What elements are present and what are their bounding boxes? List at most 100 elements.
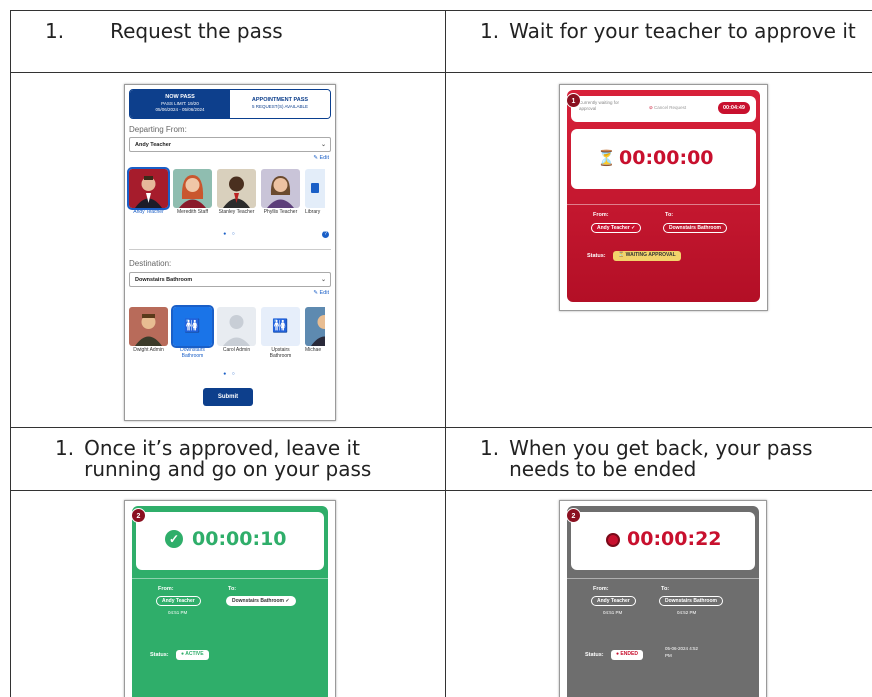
waiting-text: Currently waiting for approval (579, 100, 620, 111)
from-label: From: (593, 212, 609, 218)
active-card-screenshot: ✓ 00:00:10 From: To: Andy Teacher Downst… (124, 500, 336, 697)
person-card[interactable]: Andy Teacher (127, 167, 170, 223)
avatar (217, 307, 256, 346)
departing-label: Departing From: (129, 125, 187, 134)
status-label: Status: (587, 253, 606, 259)
status-badge: ● ACTIVE (176, 650, 209, 660)
destination-name: Carol Admin (222, 347, 251, 353)
requests-available: 5 REQUEST(S) AVAILABLE (251, 103, 309, 109)
waiting-bar: Currently waiting for approval ⊘ Cancel … (571, 96, 756, 122)
from-time: 04:51 PM (168, 610, 188, 615)
avatar (127, 167, 170, 210)
status-label: Status: (150, 652, 169, 658)
edit-departing-link[interactable]: ✎ Edit (313, 155, 329, 161)
avatar (173, 169, 212, 208)
step-2-header: 1. Wait for your teacher to approve it (446, 11, 872, 73)
elapsed-timer: 00:00:00 (619, 147, 714, 169)
step-badge: 2 (566, 508, 581, 523)
step-4-content: 00:00:22 From: To: Andy Teacher Downstai… (446, 491, 872, 697)
step-text: Wait for your teacher to approve it (509, 19, 856, 43)
step-2-content: Currently waiting for approval ⊘ Cancel … (446, 73, 872, 428)
step-badge: 1 (566, 93, 581, 108)
divider (132, 578, 328, 579)
step-3-header: 1. Once it’s approved, leave it running a… (11, 428, 446, 491)
edit-label: Edit (319, 155, 329, 161)
from-pill: Andy Teacher ✓ (591, 223, 642, 233)
hourglass-icon: ⏳ (618, 252, 625, 258)
step-text: When you get back, your pass needs to be… (509, 436, 813, 481)
from-pill: Andy Teacher (591, 596, 636, 606)
carousel-dots[interactable]: ● ○ (125, 371, 335, 377)
pass-type-tabs: NOW PASS PASS LIMIT: 19/20 05/06/2024 - … (129, 89, 331, 119)
step-1-header: 1. Request the pass (11, 11, 446, 73)
person-card[interactable]: Library (305, 169, 325, 223)
departing-cards: Andy Teacher Meredith Staff Stanley Teac… (127, 167, 335, 223)
to-pill: Downstairs Bathroom (659, 596, 723, 606)
help-icon[interactable]: ? (322, 231, 329, 238)
tab-appointment-pass[interactable]: APPOINTMENT PASS 5 REQUEST(S) AVAILABLE (230, 90, 330, 118)
restroom-icon: 🚻 (272, 318, 289, 333)
cancel-icon: ⊘ (649, 105, 653, 110)
divider (129, 249, 331, 250)
to-label: To: (665, 212, 674, 218)
to-time: 04:52 PM (677, 610, 697, 615)
cancel-label: Cancel Request (654, 105, 687, 110)
destination-name: Dwight Admin (133, 347, 164, 353)
from-time: 04:51 PM (603, 610, 623, 615)
countdown-badge: 00:04:49 (717, 102, 750, 114)
ended-time: 05-06-2024 4:52 PM (665, 646, 699, 658)
destination-select[interactable]: Downstairs Bathroom ⌄ (129, 272, 331, 287)
check-circle-icon: ✓ (165, 530, 183, 548)
cancel-request-link[interactable]: ⊘ Cancel Request (649, 105, 686, 111)
destination-card[interactable]: 🚻 Downstairs Bathroom (171, 305, 214, 361)
person-name: Phyllis Teacher (263, 209, 298, 215)
avatar (129, 307, 168, 346)
step-number: 1. (480, 19, 500, 43)
step-number: 1. (480, 436, 500, 460)
tab-now-pass[interactable]: NOW PASS PASS LIMIT: 19/20 05/06/2024 - … (130, 90, 230, 118)
destination-value: Downstairs Bathroom (135, 277, 193, 283)
stop-icon: ● (616, 651, 620, 657)
library-icon (311, 183, 319, 193)
destination-name: Upstairs Bathroom (269, 347, 292, 359)
step-text: Once it’s approved, leave it running and… (84, 436, 372, 481)
elapsed-timer: 00:00:10 (192, 528, 287, 550)
destination-name: Michae (305, 347, 322, 353)
status-value: ENDED (620, 651, 638, 657)
destination-cards: Dwight Admin 🚻 Downstairs Bathroom Carol… (129, 305, 335, 361)
step-1-content: NOW PASS PASS LIMIT: 19/20 05/06/2024 - … (11, 73, 446, 428)
submit-button[interactable]: Submit (203, 388, 253, 406)
pencil-icon: ✎ (313, 290, 318, 296)
destination-card[interactable]: Carol Admin (217, 307, 256, 361)
avatar (305, 307, 325, 346)
status-badge: ⏳ WAITING APPROVAL (613, 251, 681, 261)
destination-card[interactable]: Dwight Admin (129, 307, 168, 361)
hourglass-icon: ⏳ (597, 150, 616, 167)
timer-box: ✓ 00:00:10 (136, 512, 324, 570)
destination-label: Destination: (129, 259, 172, 268)
person-card[interactable]: Phyllis Teacher (261, 169, 300, 223)
avatar (217, 169, 256, 208)
person-card[interactable]: Meredith Staff (173, 169, 212, 223)
to-label: To: (661, 586, 670, 592)
destination-card[interactable]: Michae (305, 307, 325, 361)
person-name: Library (305, 209, 321, 215)
avatar (305, 169, 325, 208)
from-pill: Andy Teacher (156, 596, 201, 606)
person-name: Stanley Teacher (218, 209, 255, 215)
to-pill: Downstairs Bathroom (663, 223, 727, 233)
avatar (261, 169, 300, 208)
person-name: Andy Teacher (133, 209, 164, 215)
person-card[interactable]: Stanley Teacher (217, 169, 256, 223)
destination-card[interactable]: 🚻 Upstairs Bathroom (261, 307, 300, 361)
from-label: From: (158, 586, 174, 592)
person-name: Meredith Staff (176, 209, 209, 215)
departing-select[interactable]: Andy Teacher ⌄ (129, 137, 331, 152)
status-badge: ● ENDED (611, 650, 643, 660)
carousel-dots[interactable]: ● ○ (125, 231, 335, 237)
bathroom-icon-tile: 🚻 (171, 305, 214, 348)
edit-destination-link[interactable]: ✎ Edit (313, 290, 329, 296)
elapsed-timer: 00:00:22 (627, 528, 722, 550)
departing-value: Andy Teacher (135, 142, 171, 148)
step-number: 1. (45, 19, 65, 43)
